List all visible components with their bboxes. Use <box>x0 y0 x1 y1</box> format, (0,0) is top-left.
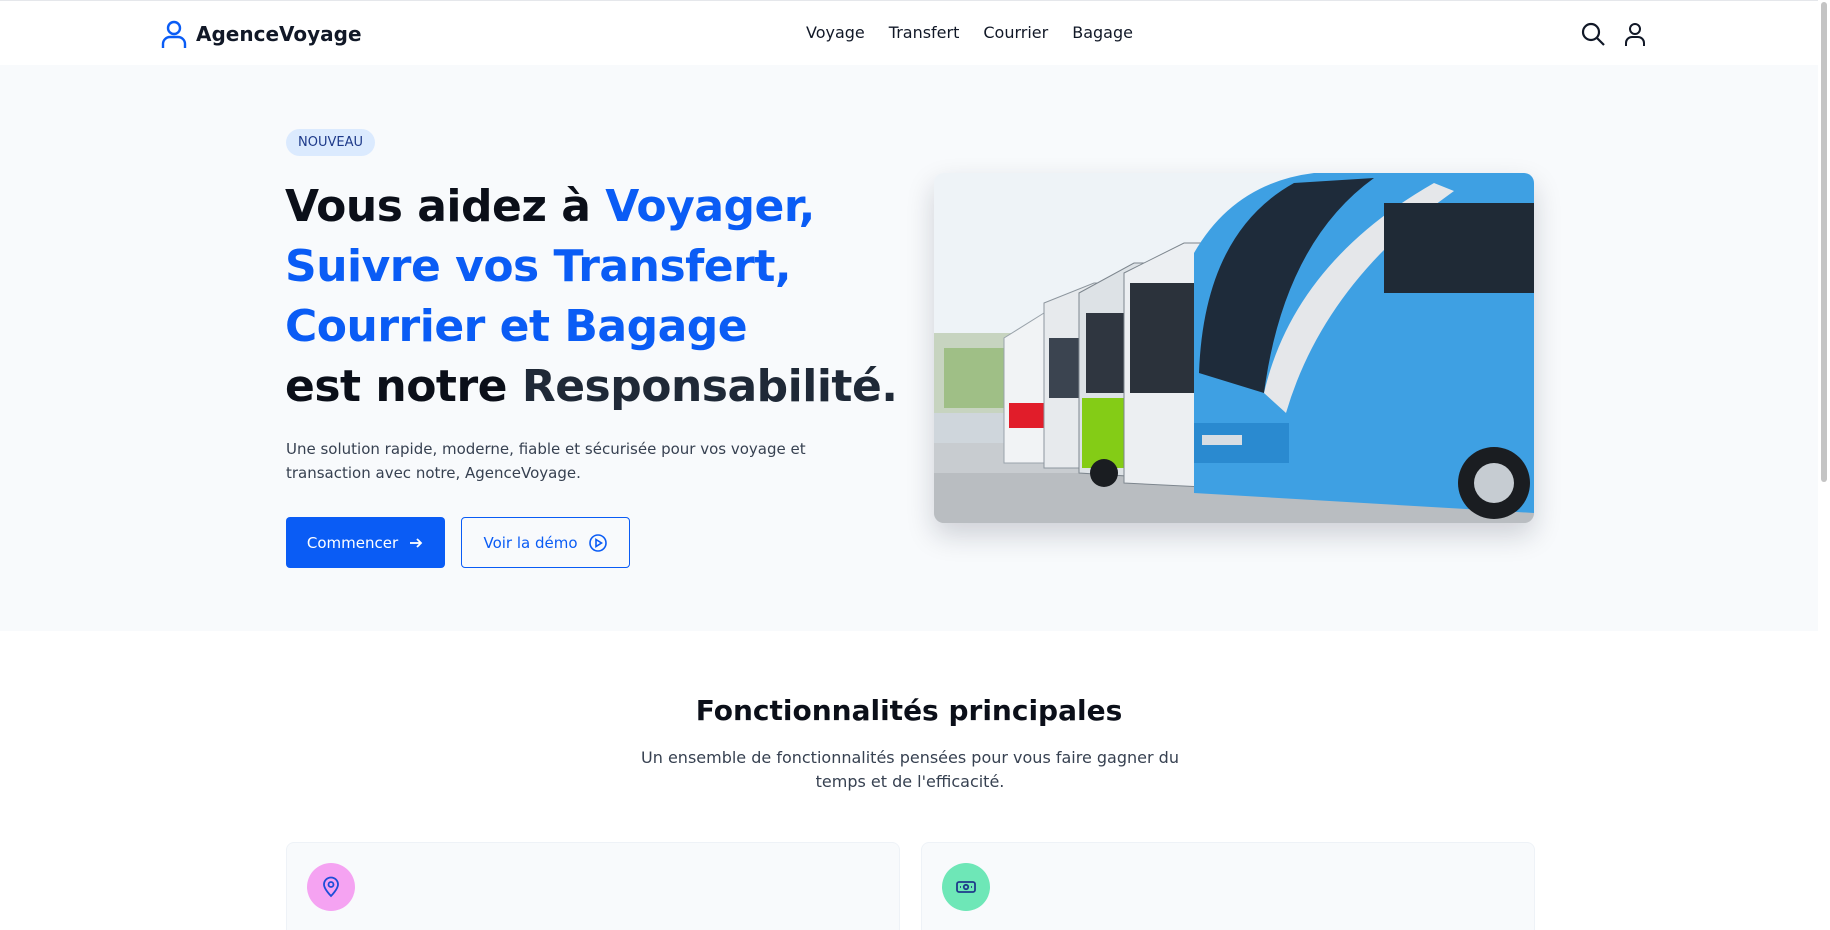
arrow-right-icon <box>410 537 423 548</box>
search-icon[interactable] <box>1580 21 1606 47</box>
scrollbar-thumb[interactable] <box>1821 2 1827 482</box>
start-button[interactable]: Commencer <box>286 517 445 568</box>
header-actions <box>1580 21 1648 47</box>
features-subtitle: Un ensemble de fonctionnalités pensées p… <box>641 748 1179 791</box>
hero-description: Une solution rapide, moderne, fiable et … <box>286 440 806 482</box>
features-title: Fonctionnalités principales <box>695 694 1123 727</box>
hero-title: Vous aidez à Voyager, Suivre vos Transfe… <box>285 177 925 417</box>
demo-button-label: Voir la démo <box>483 533 578 552</box>
feature-icon-wrap <box>942 863 990 911</box>
start-button-label: Commencer <box>306 533 399 552</box>
money-icon <box>956 881 976 893</box>
map-pin-icon <box>323 876 339 898</box>
demo-button[interactable]: Voir la démo <box>461 517 630 568</box>
site-header: AgenceVoyage Voyage Transfert Courrier B… <box>0 0 1830 65</box>
buses-image <box>934 173 1534 523</box>
feature-card-location[interactable] <box>286 842 900 930</box>
nav-link-voyage[interactable]: Voyage <box>806 23 865 42</box>
user-icon[interactable] <box>1622 21 1648 47</box>
nav-link-transfert[interactable]: Transfert <box>889 23 960 42</box>
feature-icon-wrap <box>307 863 355 911</box>
feature-card-payment[interactable] <box>921 842 1535 930</box>
hero-title-part1: Vous aidez à <box>285 181 606 232</box>
main-nav: Voyage Transfert Courrier Bagage <box>806 23 1133 42</box>
hero-title-highlight2: Suivre vos Transfert, <box>285 241 792 292</box>
buses-illustration <box>934 173 1534 523</box>
user-icon <box>161 20 187 48</box>
hero-title-part3: Responsabilité. <box>521 361 898 412</box>
nav-link-bagage[interactable]: Bagage <box>1072 23 1133 42</box>
brand-logo[interactable]: AgenceVoyage <box>160 19 362 49</box>
play-circle-icon <box>588 533 607 552</box>
hero-title-highlight3: Courrier et Bagage <box>285 301 748 352</box>
brand-name: AgenceVoyage <box>196 22 362 46</box>
hero-title-part2: est notre <box>285 361 522 412</box>
new-badge: NOUVEAU <box>286 129 375 156</box>
nav-link-courrier[interactable]: Courrier <box>983 23 1048 42</box>
hero-title-highlight1: Voyager, <box>605 181 815 232</box>
hero-section: NOUVEAU Vous aidez à Voyager, Suivre vos… <box>0 65 1830 631</box>
